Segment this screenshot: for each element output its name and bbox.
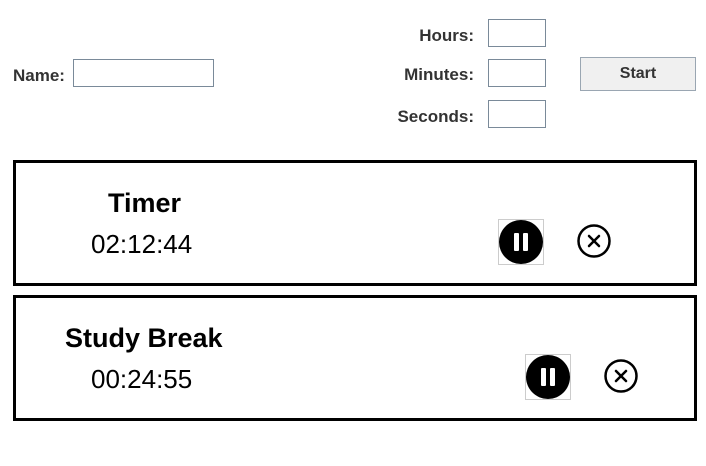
hours-label: Hours:	[419, 26, 474, 45]
timer-card: Timer 02:12:44	[13, 160, 697, 286]
seconds-input[interactable]	[488, 100, 546, 128]
name-input[interactable]	[73, 59, 214, 87]
pause-icon	[499, 220, 543, 264]
seconds-label: Seconds:	[397, 107, 474, 126]
pause-icon	[526, 355, 570, 399]
pause-button[interactable]	[498, 219, 544, 265]
cancel-timer-button[interactable]	[603, 358, 639, 394]
hours-input[interactable]	[488, 19, 546, 47]
start-button[interactable]: Start	[580, 57, 696, 91]
pause-button[interactable]	[525, 354, 571, 400]
timer-time: 00:24:55	[91, 364, 193, 394]
name-label: Name:	[13, 66, 65, 85]
minutes-input[interactable]	[488, 59, 546, 87]
cancel-timer-button[interactable]	[576, 223, 612, 259]
close-circle-icon	[577, 224, 611, 258]
timer-title: Timer	[108, 188, 182, 218]
minutes-label: Minutes:	[404, 65, 474, 84]
timer-app: Name: Hours: Minutes: Seconds: Start Tim…	[0, 0, 706, 466]
timer-time: 02:12:44	[91, 229, 193, 259]
timer-title: Study Break	[65, 323, 223, 353]
close-circle-icon	[604, 359, 638, 393]
timer-card: Study Break 00:24:55	[13, 295, 697, 421]
